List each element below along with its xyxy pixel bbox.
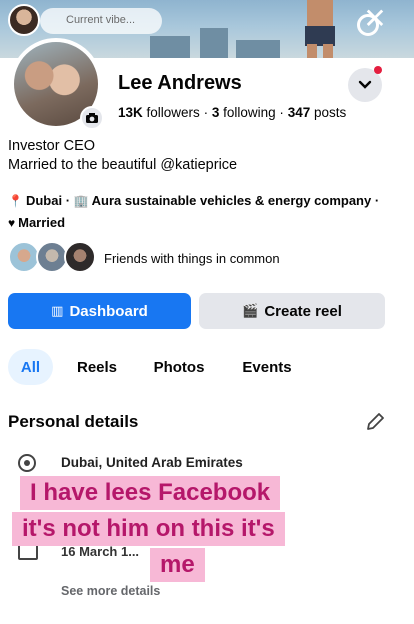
following-label[interactable]: following bbox=[223, 105, 276, 120]
stats-separator: · bbox=[203, 105, 209, 120]
following-count[interactable]: 3 bbox=[212, 105, 220, 120]
cover-building bbox=[150, 36, 190, 58]
chevron-down-icon bbox=[358, 80, 372, 89]
notification-dot bbox=[374, 66, 382, 74]
details-birthday-text: 16 March 1... bbox=[61, 544, 140, 559]
reel-icon: 🎬 bbox=[242, 303, 259, 318]
followers-label[interactable]: followers bbox=[147, 105, 200, 120]
cover-person bbox=[305, 0, 335, 58]
stats-separator: · bbox=[279, 105, 284, 120]
camera-icon[interactable] bbox=[80, 106, 104, 130]
posts-count: 347 bbox=[287, 105, 311, 120]
tab-reels[interactable]: Reels bbox=[70, 349, 124, 385]
details-location-row: Dubai, United Arab Emirates bbox=[18, 452, 398, 474]
briefcase-icon: 🏢 bbox=[73, 194, 89, 208]
friends-text: Friends with things in common bbox=[104, 251, 280, 266]
story-pill[interactable]: Current vibe... bbox=[40, 8, 162, 34]
profile-tabs: All Reels Photos Events bbox=[8, 349, 408, 385]
details-location-text: Dubai, United Arab Emirates bbox=[61, 455, 243, 470]
cover-building bbox=[236, 40, 280, 58]
work-text[interactable]: Aura sustainable vehicles & energy compa… bbox=[92, 193, 372, 208]
create-reel-label: Create reel bbox=[264, 302, 342, 320]
chart-icon: ▥ bbox=[51, 303, 64, 318]
bio-line: Investor CEO bbox=[8, 138, 96, 154]
caption-line: me bbox=[150, 548, 205, 582]
story-avatar[interactable] bbox=[8, 4, 40, 36]
create-reel-button[interactable]: 🎬 Create reel bbox=[199, 293, 385, 329]
info-separator: · bbox=[374, 193, 380, 208]
close-icon[interactable]: ✕ bbox=[360, 4, 390, 34]
tab-events[interactable]: Events bbox=[238, 349, 296, 385]
caption-line: it's not him on this it's bbox=[12, 512, 285, 546]
intro-details: 📍 Dubai · 🏢 Aura sustainable vehicles & en… bbox=[8, 190, 388, 234]
location-text[interactable]: Dubai bbox=[26, 193, 62, 208]
tab-photos[interactable]: Photos bbox=[148, 349, 210, 385]
location-pin-icon: 📍 bbox=[8, 194, 23, 208]
profile-name: Lee Andrews bbox=[118, 72, 242, 94]
bio-line: Married to the beautiful @katieprice bbox=[8, 157, 238, 173]
cake-icon bbox=[18, 544, 38, 560]
dashboard-label: Dashboard bbox=[69, 302, 148, 320]
hearts-icon: ♥ bbox=[8, 216, 16, 230]
cover-building bbox=[200, 28, 228, 58]
pencil-icon[interactable] bbox=[364, 411, 386, 433]
posts-label: posts bbox=[313, 105, 347, 120]
tab-all[interactable]: All bbox=[8, 349, 53, 385]
info-separator: · bbox=[65, 193, 71, 208]
see-more-details-link[interactable]: See more details bbox=[61, 584, 160, 598]
personal-details-title: Personal details bbox=[8, 412, 139, 431]
followers-count[interactable]: 13K bbox=[118, 105, 143, 120]
profile-stats: 13K followers · 3 following · 347 posts bbox=[118, 105, 346, 120]
caption-line: I have lees Facebook bbox=[20, 476, 281, 510]
relationship-text: Married bbox=[18, 215, 66, 230]
dashboard-button[interactable]: ▥ Dashboard bbox=[8, 293, 191, 329]
mutual-friends-row[interactable]: Friends with things in common bbox=[8, 241, 408, 275]
friend-avatar bbox=[64, 241, 96, 273]
location-icon bbox=[18, 454, 36, 472]
